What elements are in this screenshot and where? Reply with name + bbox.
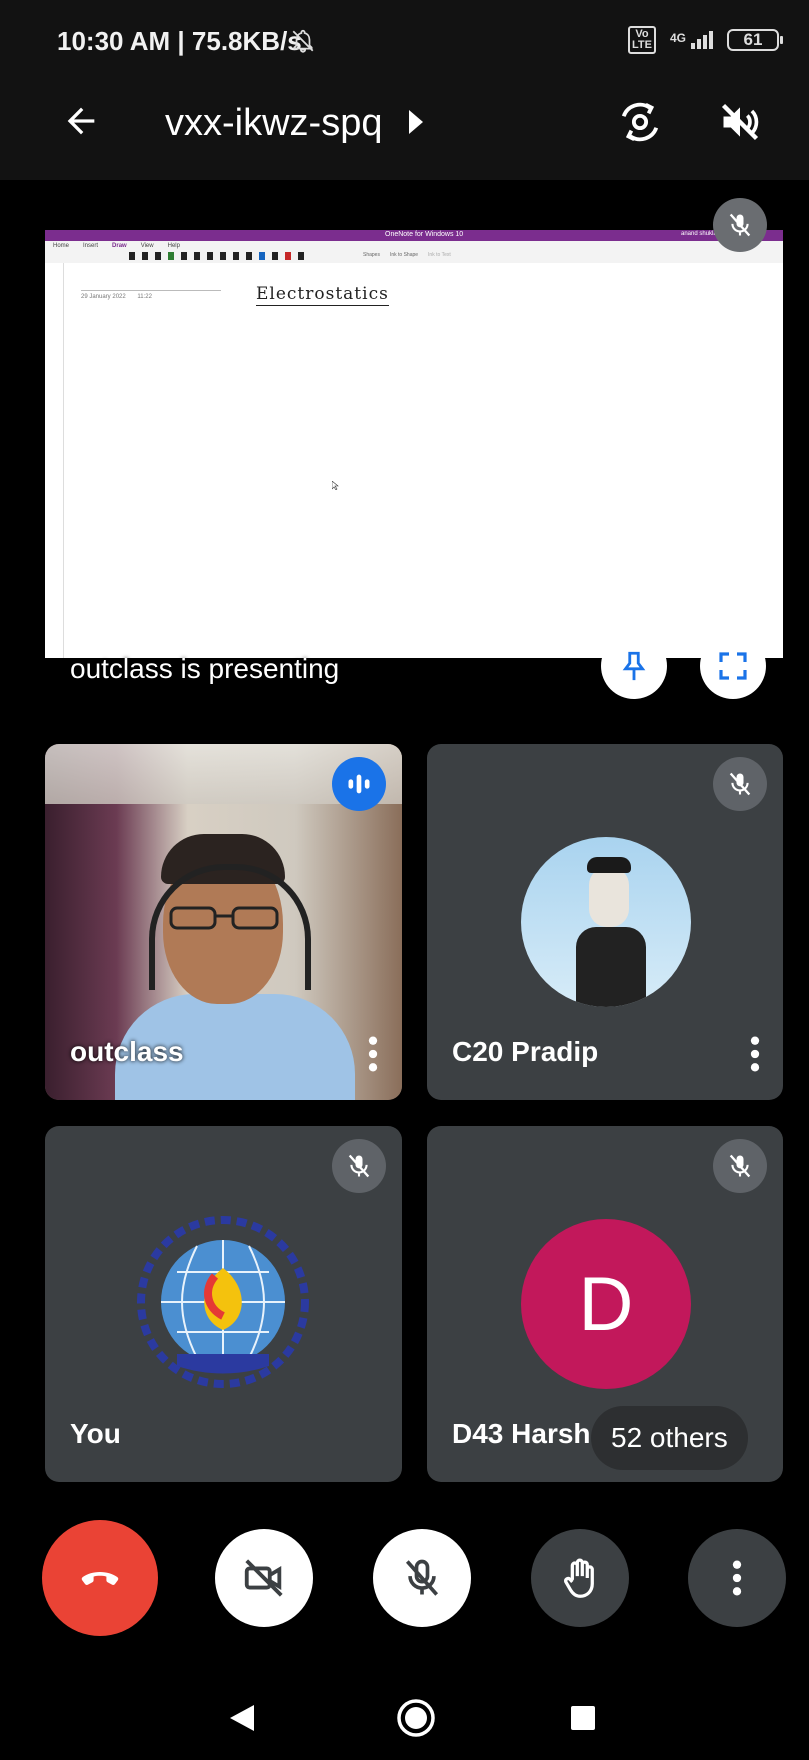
participant-tile-d43-harsh[interactable]: D D43 Harsh 52 others [427,1126,783,1482]
others-badge[interactable]: 52 others [591,1406,748,1470]
meeting-info-chevron-icon[interactable] [404,108,426,141]
note-title: Electrostatics [256,284,389,306]
participant-tile-outclass[interactable]: outclass [45,744,402,1100]
volte-badge: Vo LTE [627,26,656,54]
onenote-menu-view: View [140,243,154,249]
avatar-logo [137,1216,309,1388]
hand-icon [564,1558,594,1598]
raise-hand-button[interactable] [531,1529,629,1627]
participant-tile-c20-pradip[interactable]: C20 Pradip [427,744,783,1100]
network-type: 4G [669,31,686,45]
onenote-account: anand shukla [681,231,717,237]
cursor-icon [331,477,339,495]
notifications-off-icon [290,28,316,59]
meeting-code-title[interactable]: vxx-ikwz-spq [165,102,382,145]
mic-off-icon [332,1139,386,1193]
pin-button[interactable] [601,633,667,699]
mic-off-icon [713,1139,767,1193]
participant-name: outclass [70,1036,184,1067]
presentation-tile[interactable]: OneNote for Windows 10 anand shukla Home… [45,183,783,717]
speaker-off-icon[interactable] [712,94,768,150]
speaking-indicator-icon [332,757,386,811]
camera-off-button[interactable] [215,1529,313,1627]
onenote-titlebar: OneNote for Windows 10 anand shukla [45,230,783,241]
avatar-hair [587,857,631,873]
avatar-initial: D [521,1219,691,1389]
participant-name: C20 Pradip [452,1036,599,1067]
shared-screen: OneNote for Windows 10 anand shukla Home… [45,230,783,658]
switch-camera-icon[interactable] [612,94,668,150]
pen-toolbar [129,252,304,260]
participant-name: You [70,1418,121,1449]
ink-to-text-label: Ink to Text [428,252,451,258]
signal-icon: 4G [670,31,713,49]
fullscreen-button[interactable] [700,633,766,699]
status-indicators: Vo LTE 4G 61 [627,26,783,54]
onenote-app-title: OneNote for Windows 10 [385,231,464,238]
onenote-menu-home: Home [53,243,70,249]
page-meta: 29 January 2022 11:22 [81,290,221,300]
headphones [149,864,311,990]
page-date: 29 January 2022 [81,294,126,300]
participant-tile-you[interactable]: You [45,1126,402,1482]
presenting-caption: outclass is presenting [70,653,340,684]
more-vert-icon [732,1560,742,1596]
nav-recents-icon[interactable] [571,1706,595,1730]
onenote-ribbon: Home Insert Draw View Help Shapes Ink to… [45,241,783,263]
onenote-sidebar [45,263,64,658]
shapes-label: Shapes [363,252,380,258]
participant-name: D43 Harsh [452,1418,591,1449]
fullscreen-icon [719,652,747,680]
battery-indicator: 61 [727,29,783,51]
mic-off-icon [713,757,767,811]
more-options-icon[interactable] [365,1034,381,1079]
mic-off-icon [405,1559,439,1596]
status-time: 10:30 AM | 75.8KB/s [57,26,302,56]
avatar-body [576,927,646,1007]
hang-up-icon [81,1572,119,1585]
mic-off-button[interactable] [373,1529,471,1627]
nav-home-icon[interactable] [396,1698,436,1743]
more-options-icon[interactable] [747,1034,763,1079]
onenote-menu-insert: Insert [83,243,99,249]
onenote-menu-draw: Draw [112,243,127,249]
onenote-menu-help: Help [167,243,180,249]
video-off-icon [244,1559,283,1597]
avatar-face-mask [589,867,629,927]
presenter-mic-off-icon [713,198,767,252]
ink-to-shape-label: Ink to Shape [389,252,419,258]
nav-back-icon[interactable] [228,1703,256,1738]
page-time: 11:22 [137,294,152,300]
avatar [521,837,691,1007]
pin-icon [622,651,646,681]
more-options-button[interactable] [688,1529,786,1627]
back-arrow-icon[interactable] [56,96,106,146]
end-call-button[interactable] [42,1520,158,1636]
